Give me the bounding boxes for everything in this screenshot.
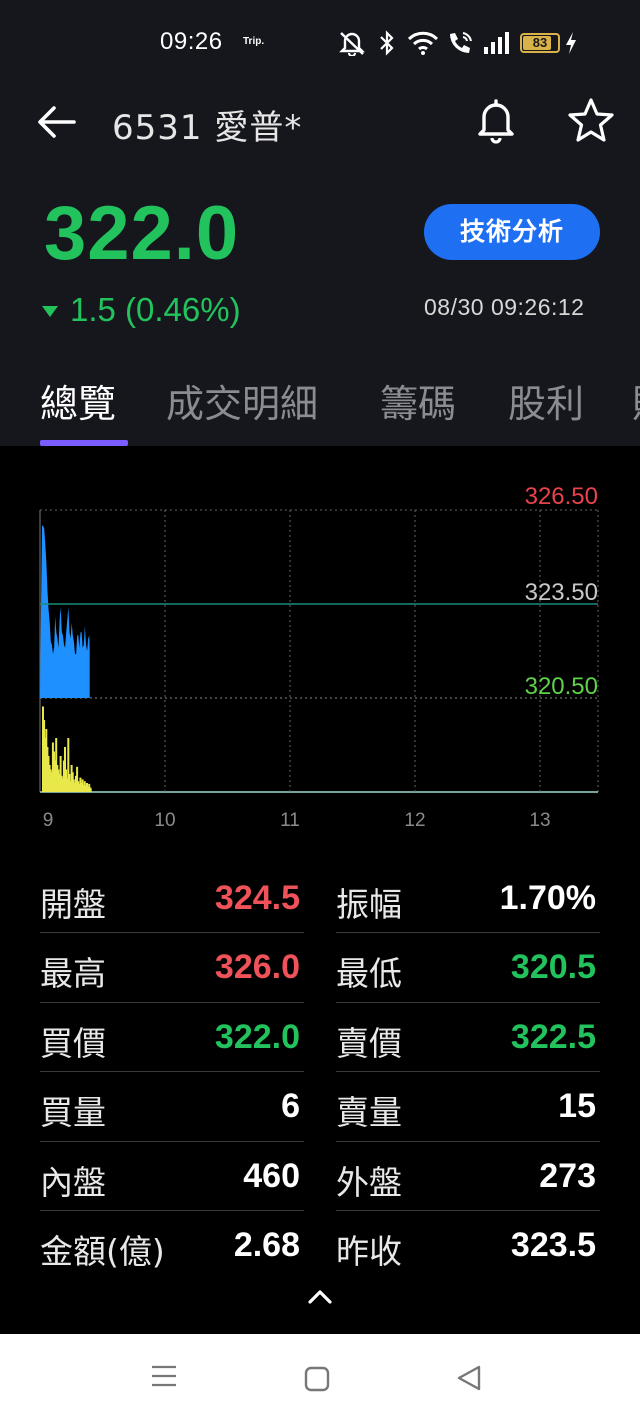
mute-icon xyxy=(339,32,365,56)
stock-title: 6531 愛普* xyxy=(112,108,303,148)
chart-grid xyxy=(39,509,599,793)
wifi-icon xyxy=(407,31,439,55)
stat-value: 320.5 xyxy=(510,948,596,987)
stat-value: 322.5 xyxy=(510,1017,596,1056)
stat-label: 賣價 xyxy=(336,1023,402,1063)
stat-row: 內盤 460 xyxy=(40,1142,304,1211)
quote-timestamp: 08/30 09:26:12 xyxy=(424,294,585,320)
stat-row: 開盤 324.5 xyxy=(40,864,304,934)
stat-label: 金額(億) xyxy=(40,1231,165,1271)
stat-row: 昨收 323.5 xyxy=(336,1211,600,1280)
stat-label: 外盤 xyxy=(336,1162,402,1202)
down-triangle-icon xyxy=(42,305,58,317)
x-tick-label: 11 xyxy=(280,810,300,831)
price-change-text: 1.5 (0.46%) xyxy=(70,291,241,328)
technical-analysis-button[interactable]: 技術分析 xyxy=(424,204,600,260)
tab-financials[interactable]: 財 xyxy=(632,374,640,434)
y-label-ref: 323.50 xyxy=(525,579,598,606)
stat-value: 326.0 xyxy=(214,948,300,987)
stat-label: 振幅 xyxy=(336,885,402,924)
stat-row: 外盤 273 xyxy=(336,1142,600,1211)
stat-label: 昨收 xyxy=(336,1231,402,1271)
star-icon[interactable] xyxy=(566,96,616,144)
bluetooth-icon xyxy=(380,30,394,56)
x-tick-label: 12 xyxy=(404,810,425,831)
stat-value: 15 xyxy=(558,1087,596,1126)
y-label-high: 326.50 xyxy=(525,483,598,510)
stat-label: 開盤 xyxy=(40,885,106,924)
menu-icon[interactable] xyxy=(150,1362,178,1390)
price-area xyxy=(40,525,90,698)
y-label-low: 320.50 xyxy=(525,673,598,700)
tab-dividends[interactable]: 股利 xyxy=(508,374,584,434)
tab-overview[interactable]: 總覽 xyxy=(40,374,116,434)
stat-row: 最高 326.0 xyxy=(40,933,304,1003)
x-tick-label: 9 xyxy=(43,810,54,831)
stat-value: 273 xyxy=(539,1156,596,1195)
price-change: 1.5 (0.46%) xyxy=(42,290,241,330)
stat-label: 賣量 xyxy=(336,1093,402,1133)
wifi-calling-icon xyxy=(450,32,472,53)
battery-level: 83 xyxy=(532,35,548,50)
stat-label: 買價 xyxy=(40,1023,106,1063)
current-price: 322.0 xyxy=(44,191,240,276)
stat-row: 最低 320.5 xyxy=(336,933,600,1003)
volume-bars xyxy=(42,706,92,792)
stat-row: 買價 322.0 xyxy=(40,1003,304,1073)
charging-icon xyxy=(566,32,576,54)
back-arrow-icon[interactable] xyxy=(34,104,78,140)
x-tick-label: 13 xyxy=(529,810,550,831)
stat-label: 買量 xyxy=(40,1093,106,1133)
stat-value: 322.0 xyxy=(214,1017,300,1056)
stat-value: 1.70% xyxy=(499,879,596,917)
status-time: 09:26 xyxy=(160,28,223,55)
stat-value: 2.68 xyxy=(233,1225,300,1264)
stat-row: 賣量 15 xyxy=(336,1072,600,1142)
stat-label: 最高 xyxy=(40,954,106,994)
quote-header: 6531 愛普* 322.0 技術分析 1.5 (0.46%) 08/30 09… xyxy=(0,84,640,446)
volume-bar xyxy=(89,788,92,792)
trip-label: Trip. xyxy=(243,36,265,47)
stat-value: 324.5 xyxy=(214,879,300,917)
chevron-up-icon[interactable] xyxy=(306,1286,334,1306)
bell-icon[interactable] xyxy=(472,96,520,144)
stat-label: 最低 xyxy=(336,954,402,994)
stat-row: 買量 6 xyxy=(40,1072,304,1142)
stat-value: 6 xyxy=(281,1087,300,1126)
stats-left-column: 開盤 324.5 最高 326.0 買價 322.0 買量 6 內盤 460 金額(億) 2.68 xyxy=(40,864,304,1280)
stat-value: 323.5 xyxy=(510,1225,596,1264)
stat-row: 賣價 322.5 xyxy=(336,1003,600,1073)
x-tick-label: 10 xyxy=(154,810,175,831)
stat-row: 金額(億) 2.68 xyxy=(40,1211,304,1280)
tab-bar: 總覽 成交明細 籌碼 股利 財 xyxy=(0,374,640,446)
stats-right-column: 振幅 1.70% 最低 320.5 賣價 322.5 賣量 15 外盤 273 昨收 323.5 xyxy=(336,864,600,1280)
signal-icon xyxy=(484,32,509,54)
back-triangle-icon[interactable] xyxy=(456,1364,482,1392)
status-bar: 09:26 Trip. 83 xyxy=(0,0,640,84)
stat-value: 460 xyxy=(243,1156,300,1195)
x-tick-labels: 9 10 11 12 13 xyxy=(43,810,551,831)
status-icons: 83 xyxy=(336,28,579,58)
stat-row: 振幅 1.70% xyxy=(336,864,600,934)
battery-icon: 83 xyxy=(520,33,560,53)
system-nav-bar xyxy=(0,1334,640,1422)
home-icon[interactable] xyxy=(304,1366,330,1392)
intraday-chart[interactable]: 326.50 323.50 320.50 9 10 11 12 13 xyxy=(0,446,640,846)
tab-chips[interactable]: 籌碼 xyxy=(380,374,456,434)
tab-trade-details[interactable]: 成交明細 xyxy=(166,374,318,434)
stat-label: 內盤 xyxy=(40,1162,106,1202)
